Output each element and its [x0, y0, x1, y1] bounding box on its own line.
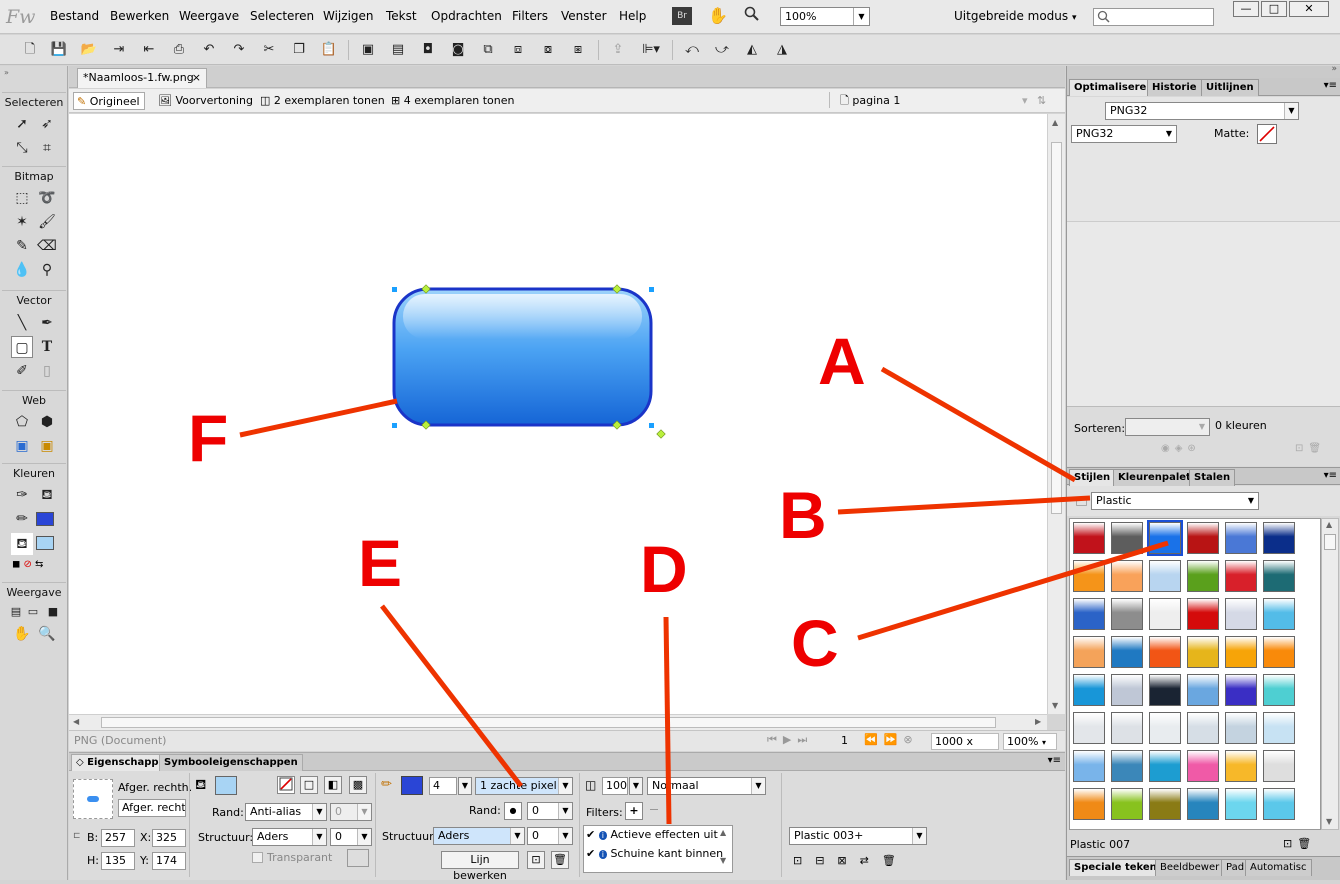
- annotation-line-c: [857, 540, 1169, 641]
- annotation-b: B: [779, 478, 827, 552]
- annotation-line-a: [880, 366, 1077, 483]
- annotation-line-b: [837, 495, 1091, 515]
- annotation-d: D: [640, 532, 688, 606]
- annotation-e: E: [358, 526, 403, 600]
- annotation-line-f: [239, 398, 398, 438]
- annotation-c: C: [791, 606, 839, 680]
- annotation-f: F: [188, 401, 229, 475]
- annotation-line-d: [663, 616, 672, 825]
- annotation-line-e: [380, 604, 523, 788]
- annotation-a: A: [818, 324, 866, 398]
